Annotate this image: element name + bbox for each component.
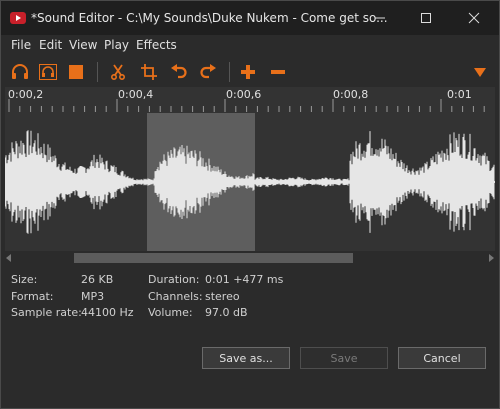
- format-value: MP3: [81, 290, 105, 303]
- close-icon: [468, 12, 480, 24]
- cut-button[interactable]: [107, 61, 129, 83]
- menu-bar: File Edit View Play Effects: [1, 36, 499, 56]
- menu-play[interactable]: Play: [104, 38, 129, 52]
- maximize-button[interactable]: [403, 1, 449, 35]
- horizontal-scrollbar[interactable]: [5, 251, 495, 265]
- crop-icon: [141, 64, 157, 80]
- zoom-in-button[interactable]: [237, 61, 259, 83]
- menu-file[interactable]: File: [11, 38, 31, 52]
- save-as-button[interactable]: Save as...: [202, 347, 290, 369]
- timeline-ruler[interactable]: 0:00,2 0:00,4 0:00,6 0:00,8 0:01: [5, 87, 495, 113]
- minimize-icon: [375, 17, 385, 19]
- sound-editor-window: *Sound Editor - C:\My Sounds\Duke Nukem …: [0, 0, 500, 409]
- timeline-label: 0:00,6: [226, 88, 262, 101]
- redo-button[interactable]: [197, 61, 219, 83]
- minus-icon: [271, 70, 285, 74]
- app-icon: [10, 12, 26, 24]
- scrollbar-thumb[interactable]: [74, 253, 353, 263]
- play-selection-button[interactable]: [37, 61, 59, 83]
- cut-icon: [111, 64, 125, 80]
- menu-effects[interactable]: Effects: [136, 38, 177, 52]
- dropdown-icon: [474, 68, 486, 77]
- stop-button[interactable]: [65, 61, 87, 83]
- redo-icon: [200, 64, 216, 79]
- duration-label: Duration:: [148, 273, 200, 286]
- toolbar-separator: [229, 62, 230, 82]
- sample-rate-value: 44100 Hz: [81, 306, 134, 319]
- duration-value: 0:01 +477 ms: [205, 273, 284, 286]
- title-bar[interactable]: *Sound Editor - C:\My Sounds\Duke Nukem …: [1, 1, 499, 35]
- undo-button[interactable]: [168, 61, 190, 83]
- waveform: [5, 130, 495, 234]
- timeline-label: 0:00,8: [333, 88, 369, 101]
- headphones-icon: [12, 64, 28, 79]
- size-value: 26 KB: [81, 273, 114, 286]
- scroll-right-icon[interactable]: [487, 251, 495, 265]
- crop-button[interactable]: [138, 61, 160, 83]
- menu-edit[interactable]: Edit: [39, 38, 62, 52]
- headphones-selection-icon: [39, 64, 57, 80]
- stop-icon: [69, 65, 83, 79]
- zoom-out-button[interactable]: [267, 61, 289, 83]
- size-label: Size:: [11, 273, 38, 286]
- window-title: *Sound Editor - C:\My Sounds\Duke Nukem …: [31, 11, 388, 25]
- toolbar: [1, 59, 499, 85]
- sample-rate-label: Sample rate:: [11, 306, 82, 319]
- plus-icon: [241, 65, 255, 79]
- more-options-button[interactable]: [469, 61, 491, 83]
- channels-label: Channels:: [148, 290, 203, 303]
- maximize-icon: [421, 13, 431, 23]
- undo-icon: [171, 64, 187, 79]
- toolbar-separator: [97, 62, 98, 82]
- timeline-label: 0:01: [447, 88, 472, 101]
- minimize-button[interactable]: [357, 1, 403, 35]
- channels-value: stereo: [205, 290, 240, 303]
- play-button[interactable]: [9, 61, 31, 83]
- cancel-button[interactable]: Cancel: [398, 347, 486, 369]
- timeline-label: 0:00,2: [8, 88, 44, 101]
- timeline-label: 0:00,4: [118, 88, 154, 101]
- volume-value: 97.0 dB: [205, 306, 248, 319]
- waveform-view[interactable]: [5, 113, 495, 251]
- format-label: Format:: [11, 290, 54, 303]
- save-button[interactable]: Save: [300, 347, 388, 369]
- menu-view[interactable]: View: [69, 38, 97, 52]
- scroll-left-icon[interactable]: [5, 251, 13, 265]
- volume-label: Volume:: [148, 306, 193, 319]
- close-button[interactable]: [451, 1, 497, 35]
